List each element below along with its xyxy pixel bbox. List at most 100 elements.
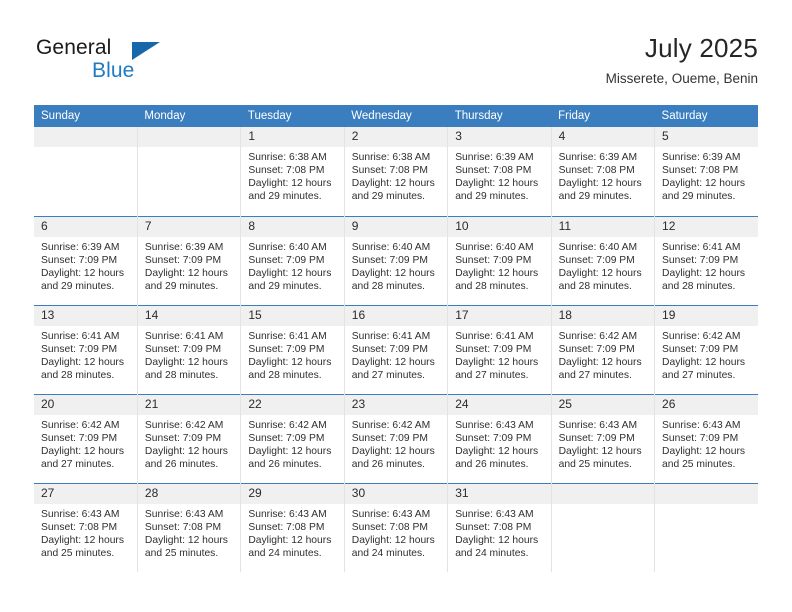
- calendar-day-cell[interactable]: 28 Sunrise: 6:43 AM Sunset: 7:08 PM Dayligh…: [137, 482, 242, 572]
- calendar-day-cell[interactable]: 31 Sunrise: 6:43 AM Sunset: 7:08 PM Dayligh…: [447, 482, 552, 572]
- calendar-day-cell[interactable]: 14 Sunrise: 6:41 AM Sunset: 7:09 PM Dayligh…: [137, 304, 242, 394]
- calendar-day-cell[interactable]: 12 Sunrise: 6:41 AM Sunset: 7:09 PM Dayligh…: [654, 215, 758, 305]
- calendar-day-cell[interactable]: 30 Sunrise: 6:43 AM Sunset: 7:08 PM Dayligh…: [344, 482, 449, 572]
- calendar-day-cell[interactable]: 6 Sunrise: 6:39 AM Sunset: 7:09 PM Daylight…: [34, 215, 138, 305]
- calendar-day-cell[interactable]: 4 Sunrise: 6:39 AM Sunset: 7:08 PM Daylight…: [551, 127, 656, 216]
- day-details: Sunrise: 6:43 AM Sunset: 7:08 PM Daylight:…: [241, 504, 343, 560]
- calendar-day-cell[interactable]: 2 Sunrise: 6:38 AM Sunset: 7:08 PM Daylight…: [344, 127, 449, 216]
- sunset-text: Sunset: 7:08 PM: [248, 521, 325, 533]
- daylight-text-line2: and 25 minutes.: [558, 458, 632, 470]
- day-details: Sunrise: 6:42 AM Sunset: 7:09 PM Daylight:…: [552, 326, 654, 382]
- calendar-grid: Sunday Monday Tuesday Wednesday Thursday…: [34, 105, 758, 572]
- sunrise-text: Sunrise: 6:41 AM: [248, 330, 327, 342]
- sunset-text: Sunset: 7:09 PM: [248, 343, 325, 355]
- daylight-text-line2: and 28 minutes.: [248, 369, 322, 381]
- sunset-text: Sunset: 7:08 PM: [662, 165, 739, 177]
- day-details: Sunrise: 6:38 AM Sunset: 7:08 PM Daylight:…: [241, 147, 343, 203]
- sunrise-text: Sunrise: 6:40 AM: [248, 241, 327, 253]
- calendar-day-cell[interactable]: 24 Sunrise: 6:43 AM Sunset: 7:09 PM Dayligh…: [447, 393, 552, 483]
- day-details: Sunrise: 6:41 AM Sunset: 7:09 PM Daylight:…: [138, 326, 240, 382]
- daylight-text-line2: and 28 minutes.: [455, 280, 529, 292]
- sunrise-text: Sunrise: 6:41 AM: [662, 241, 741, 253]
- daylight-text-line1: Daylight: 12 hours: [351, 534, 435, 546]
- sunset-text: Sunset: 7:09 PM: [144, 254, 222, 266]
- sunrise-text: Sunrise: 6:41 AM: [351, 330, 431, 342]
- calendar-day-cell[interactable]: 15 Sunrise: 6:41 AM Sunset: 7:09 PM Dayligh…: [240, 304, 345, 394]
- day-number: 14: [137, 306, 240, 326]
- sunset-text: Sunset: 7:09 PM: [41, 343, 118, 355]
- day-number: 6: [34, 217, 137, 237]
- daylight-text-line2: and 28 minutes.: [351, 280, 426, 292]
- day-details: Sunrise: 6:42 AM Sunset: 7:09 PM Daylight:…: [655, 326, 758, 382]
- brand-name-blue: Blue: [92, 59, 135, 82]
- sunset-text: Sunset: 7:09 PM: [455, 432, 532, 444]
- daylight-text-line2: and 26 minutes.: [144, 458, 219, 470]
- weekday-header-row: Sunday Monday Tuesday Wednesday Thursday…: [34, 105, 758, 127]
- sunset-text: Sunset: 7:09 PM: [662, 343, 739, 355]
- sunrise-text: Sunrise: 6:43 AM: [455, 419, 534, 431]
- calendar-day-cell[interactable]: 10 Sunrise: 6:40 AM Sunset: 7:09 PM Dayligh…: [447, 215, 552, 305]
- sunrise-text: Sunrise: 6:39 AM: [662, 152, 741, 163]
- calendar-day-cell[interactable]: 27 Sunrise: 6:43 AM Sunset: 7:08 PM Dayligh…: [34, 482, 138, 572]
- weekday-header-wednesday: Wednesday: [344, 105, 448, 127]
- calendar-day-cell[interactable]: 23 Sunrise: 6:42 AM Sunset: 7:09 PM Dayligh…: [344, 393, 449, 483]
- sunrise-text: Sunrise: 6:43 AM: [248, 508, 327, 520]
- sunrise-text: Sunrise: 6:41 AM: [144, 330, 224, 342]
- day-details: Sunrise: 6:40 AM Sunset: 7:09 PM Daylight:…: [448, 237, 550, 293]
- sunset-text: Sunset: 7:09 PM: [351, 343, 428, 355]
- day-number: 22: [241, 395, 344, 415]
- calendar-day-cell[interactable]: 21 Sunrise: 6:42 AM Sunset: 7:09 PM Dayligh…: [137, 393, 242, 483]
- calendar-day-cell-empty: [137, 127, 242, 216]
- calendar-body: 1 Sunrise: 6:38 AM Sunset: 7:08 PM Daylight…: [34, 127, 758, 572]
- calendar-week-row: 27 Sunrise: 6:43 AM Sunset: 7:08 PM Dayligh…: [34, 482, 758, 572]
- calendar-day-cell[interactable]: 29 Sunrise: 6:43 AM Sunset: 7:08 PM Dayligh…: [240, 482, 345, 572]
- calendar-day-cell[interactable]: 8 Sunrise: 6:40 AM Sunset: 7:09 PM Daylight…: [240, 215, 345, 305]
- daylight-text-line2: and 28 minutes.: [41, 369, 115, 381]
- calendar-day-cell[interactable]: 18 Sunrise: 6:42 AM Sunset: 7:09 PM Dayligh…: [551, 304, 656, 394]
- calendar-day-cell[interactable]: 19 Sunrise: 6:42 AM Sunset: 7:09 PM Dayligh…: [654, 304, 758, 394]
- sunrise-text: Sunrise: 6:43 AM: [558, 419, 638, 431]
- calendar-day-cell[interactable]: 26 Sunrise: 6:43 AM Sunset: 7:09 PM Dayligh…: [654, 393, 758, 483]
- day-number: 1: [241, 127, 344, 147]
- calendar-week-row: 13 Sunrise: 6:41 AM Sunset: 7:09 PM Dayligh…: [34, 304, 758, 394]
- calendar-day-cell[interactable]: 9 Sunrise: 6:40 AM Sunset: 7:09 PM Daylight…: [344, 215, 449, 305]
- day-number: 13: [34, 306, 137, 326]
- calendar-day-cell[interactable]: 11 Sunrise: 6:40 AM Sunset: 7:09 PM Dayligh…: [551, 215, 656, 305]
- calendar-day-cell[interactable]: 25 Sunrise: 6:43 AM Sunset: 7:09 PM Dayligh…: [551, 393, 656, 483]
- calendar-day-cell[interactable]: 7 Sunrise: 6:39 AM Sunset: 7:09 PM Daylight…: [137, 215, 242, 305]
- calendar-day-cell[interactable]: 1 Sunrise: 6:38 AM Sunset: 7:08 PM Daylight…: [240, 127, 345, 216]
- daylight-text-line1: Daylight: 12 hours: [248, 178, 332, 190]
- day-details: Sunrise: 6:41 AM Sunset: 7:09 PM Daylight:…: [655, 237, 758, 293]
- sunrise-text: Sunrise: 6:42 AM: [144, 419, 224, 431]
- calendar-day-cell[interactable]: 16 Sunrise: 6:41 AM Sunset: 7:09 PM Dayligh…: [344, 304, 449, 394]
- daylight-text-line2: and 29 minutes.: [41, 280, 115, 292]
- daylight-text-line1: Daylight: 12 hours: [144, 445, 228, 457]
- day-details: Sunrise: 6:43 AM Sunset: 7:09 PM Daylight:…: [448, 415, 550, 471]
- day-details: Sunrise: 6:39 AM Sunset: 7:08 PM Daylight:…: [655, 147, 758, 203]
- sunrise-text: Sunrise: 6:43 AM: [41, 508, 120, 520]
- daylight-text-line1: Daylight: 12 hours: [455, 267, 539, 279]
- calendar-day-cell[interactable]: 22 Sunrise: 6:42 AM Sunset: 7:09 PM Dayligh…: [240, 393, 345, 483]
- brand-logo[interactable]: General Blue: [34, 32, 274, 88]
- sunset-text: Sunset: 7:09 PM: [248, 432, 325, 444]
- calendar-day-cell[interactable]: 20 Sunrise: 6:42 AM Sunset: 7:09 PM Dayligh…: [34, 393, 138, 483]
- day-details: Sunrise: 6:43 AM Sunset: 7:08 PM Daylight:…: [138, 504, 240, 560]
- calendar-day-cell[interactable]: 5 Sunrise: 6:39 AM Sunset: 7:08 PM Daylight…: [654, 127, 758, 216]
- day-number: 4: [551, 127, 654, 147]
- calendar-day-cell[interactable]: 13 Sunrise: 6:41 AM Sunset: 7:09 PM Dayligh…: [34, 304, 138, 394]
- calendar-day-cell[interactable]: 3 Sunrise: 6:39 AM Sunset: 7:08 PM Daylight…: [447, 127, 552, 216]
- sunset-text: Sunset: 7:09 PM: [558, 343, 635, 355]
- day-number: [655, 484, 758, 504]
- daylight-text-line1: Daylight: 12 hours: [662, 356, 746, 368]
- daylight-text-line1: Daylight: 12 hours: [41, 356, 124, 368]
- day-details: Sunrise: 6:41 AM Sunset: 7:09 PM Daylight:…: [34, 326, 136, 382]
- sunset-text: Sunset: 7:09 PM: [144, 432, 222, 444]
- sunrise-text: Sunrise: 6:42 AM: [248, 419, 327, 431]
- day-details: Sunrise: 6:41 AM Sunset: 7:09 PM Daylight:…: [345, 326, 447, 382]
- sunset-text: Sunset: 7:08 PM: [351, 165, 428, 177]
- calendar-day-cell[interactable]: 17 Sunrise: 6:41 AM Sunset: 7:09 PM Dayligh…: [447, 304, 552, 394]
- daylight-text-line1: Daylight: 12 hours: [144, 356, 228, 368]
- daylight-text-line2: and 27 minutes.: [558, 369, 632, 381]
- day-details: Sunrise: 6:42 AM Sunset: 7:09 PM Daylight:…: [241, 415, 343, 471]
- sunset-text: Sunset: 7:09 PM: [455, 254, 532, 266]
